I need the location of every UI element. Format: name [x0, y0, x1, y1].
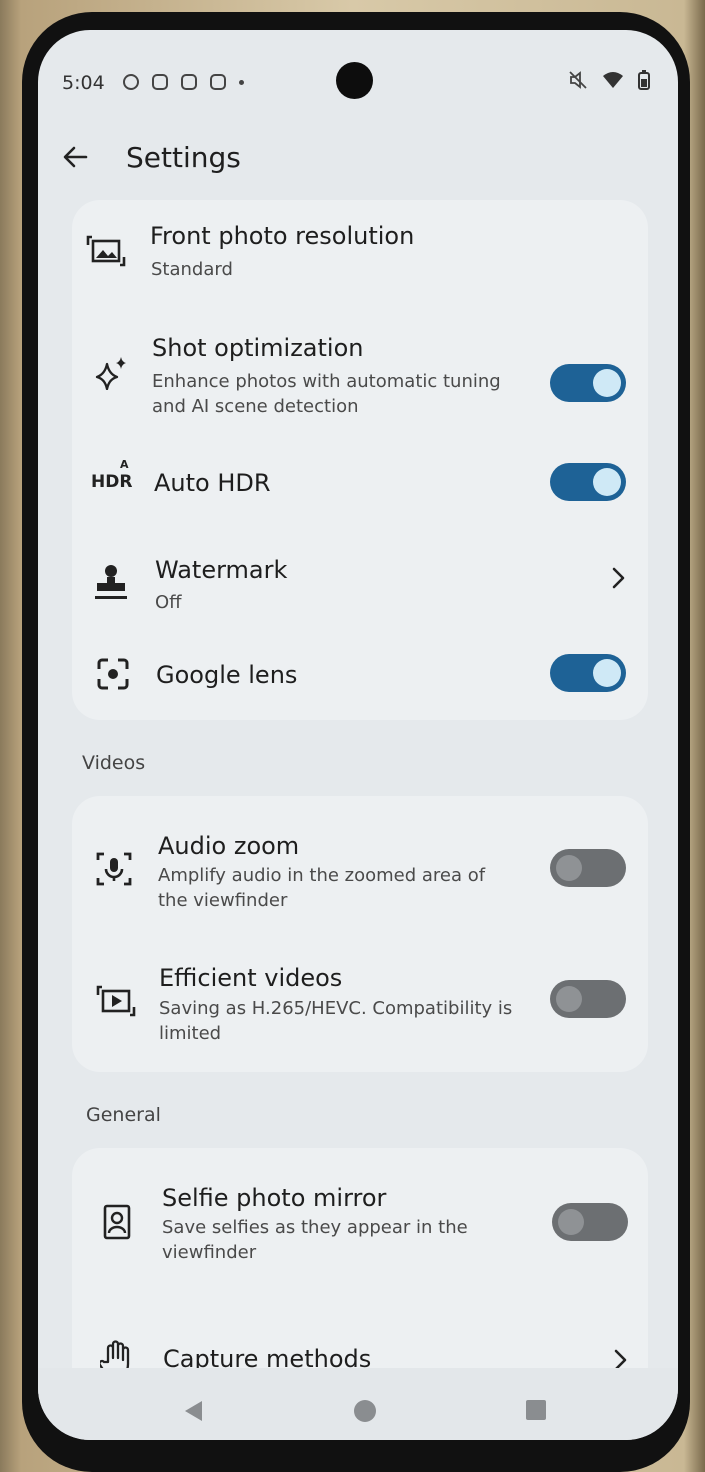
setting-watermark[interactable]: Watermark Off [72, 526, 648, 628]
audio-zoom-icon [96, 852, 132, 886]
setting-title: Efficient videos [159, 964, 343, 992]
setting-selfie-photo-mirror[interactable]: Selfie photo mirror Save selfies as they… [72, 1148, 648, 1284]
setting-subtitle-line: limited [159, 1023, 222, 1044]
nav-back-icon[interactable] [182, 1399, 204, 1423]
sparkle-icon [95, 357, 126, 390]
section-header-general: General [86, 1104, 161, 1126]
setting-auto-hdr[interactable]: HDR A Auto HDR [72, 434, 648, 526]
setting-subtitle-line: the viewfinder [158, 890, 288, 911]
wifi-icon [603, 72, 623, 88]
setting-efficient-videos[interactable]: Efficient videos Saving as H.265/HEVC. C… [72, 936, 648, 1072]
mute-icon [569, 71, 587, 89]
photo-resolution-icon [86, 235, 126, 267]
shot-optimization-switch[interactable] [550, 364, 626, 402]
photo-settings-card: Front photo resolution Standard Shot opt… [72, 200, 648, 720]
front-camera [336, 62, 373, 99]
setting-front-photo-resolution[interactable]: Front photo resolution Standard [72, 200, 648, 312]
setting-title: Auto HDR [154, 469, 271, 497]
status-time: 5:04 [62, 72, 105, 94]
setting-title: Shot optimization [152, 334, 364, 362]
setting-subtitle-line: Amplify audio in the zoomed area of [158, 865, 486, 886]
more-notifications-icon [239, 79, 244, 85]
nav-home-icon[interactable] [352, 1398, 378, 1424]
efficient-videos-switch[interactable] [550, 980, 626, 1018]
setting-title: Front photo resolution [150, 222, 415, 250]
page-title: Settings [126, 141, 241, 174]
setting-subtitle-line: Save selfies as they appear in the [162, 1217, 468, 1238]
nav-recents-icon[interactable] [525, 1399, 547, 1421]
notification-app-icon [152, 74, 168, 90]
hdr-icon-badge: A [120, 458, 129, 471]
navigation-bar [38, 1368, 678, 1440]
setting-subtitle: Standard [151, 259, 233, 280]
setting-subtitle-line: and AI scene detection [152, 396, 359, 417]
section-header-videos: Videos [82, 752, 146, 774]
auto-hdr-switch[interactable] [550, 463, 626, 501]
stamp-icon [95, 565, 127, 599]
setting-subtitle-line: viewfinder [162, 1242, 257, 1263]
setting-audio-zoom[interactable]: Audio zoom Amplify audio in the zoomed a… [72, 796, 648, 936]
battery-icon [638, 70, 650, 90]
hdr-icon-text: HDR [91, 472, 133, 492]
notification-app-icon [123, 74, 139, 90]
setting-shot-optimization[interactable]: Shot optimization Enhance photos with au… [72, 312, 648, 434]
notification-bag-icon [181, 74, 197, 90]
setting-google-lens[interactable]: Google lens [72, 628, 648, 720]
setting-title: Audio zoom [158, 832, 300, 860]
setting-title: Selfie photo mirror [162, 1184, 387, 1212]
google-lens-switch[interactable] [550, 654, 626, 692]
selfie-mirror-switch[interactable] [552, 1203, 628, 1241]
setting-title: Google lens [156, 661, 298, 689]
video-file-icon [96, 985, 136, 1017]
video-settings-card: Audio zoom Amplify audio in the zoomed a… [72, 796, 648, 1072]
setting-title: Watermark [155, 556, 288, 584]
setting-subtitle: Off [155, 592, 182, 613]
back-button[interactable] [60, 142, 90, 176]
audio-zoom-switch[interactable] [550, 849, 626, 887]
selfie-portrait-icon [103, 1204, 131, 1240]
notification-chat-icon [210, 74, 226, 90]
notification-icons [123, 74, 244, 90]
lens-icon [97, 658, 129, 690]
hdr-auto-icon: HDR A [91, 458, 133, 492]
screen: 5:04 Settings Front photo resolution Sta… [38, 30, 678, 1440]
setting-subtitle-line: Saving as H.265/HEVC. Compatibility is [159, 998, 513, 1019]
chevron-right-icon [612, 567, 625, 589]
setting-subtitle-line: Enhance photos with automatic tuning [152, 371, 501, 392]
status-right-icons [568, 70, 650, 90]
back-arrow-icon [63, 146, 88, 168]
